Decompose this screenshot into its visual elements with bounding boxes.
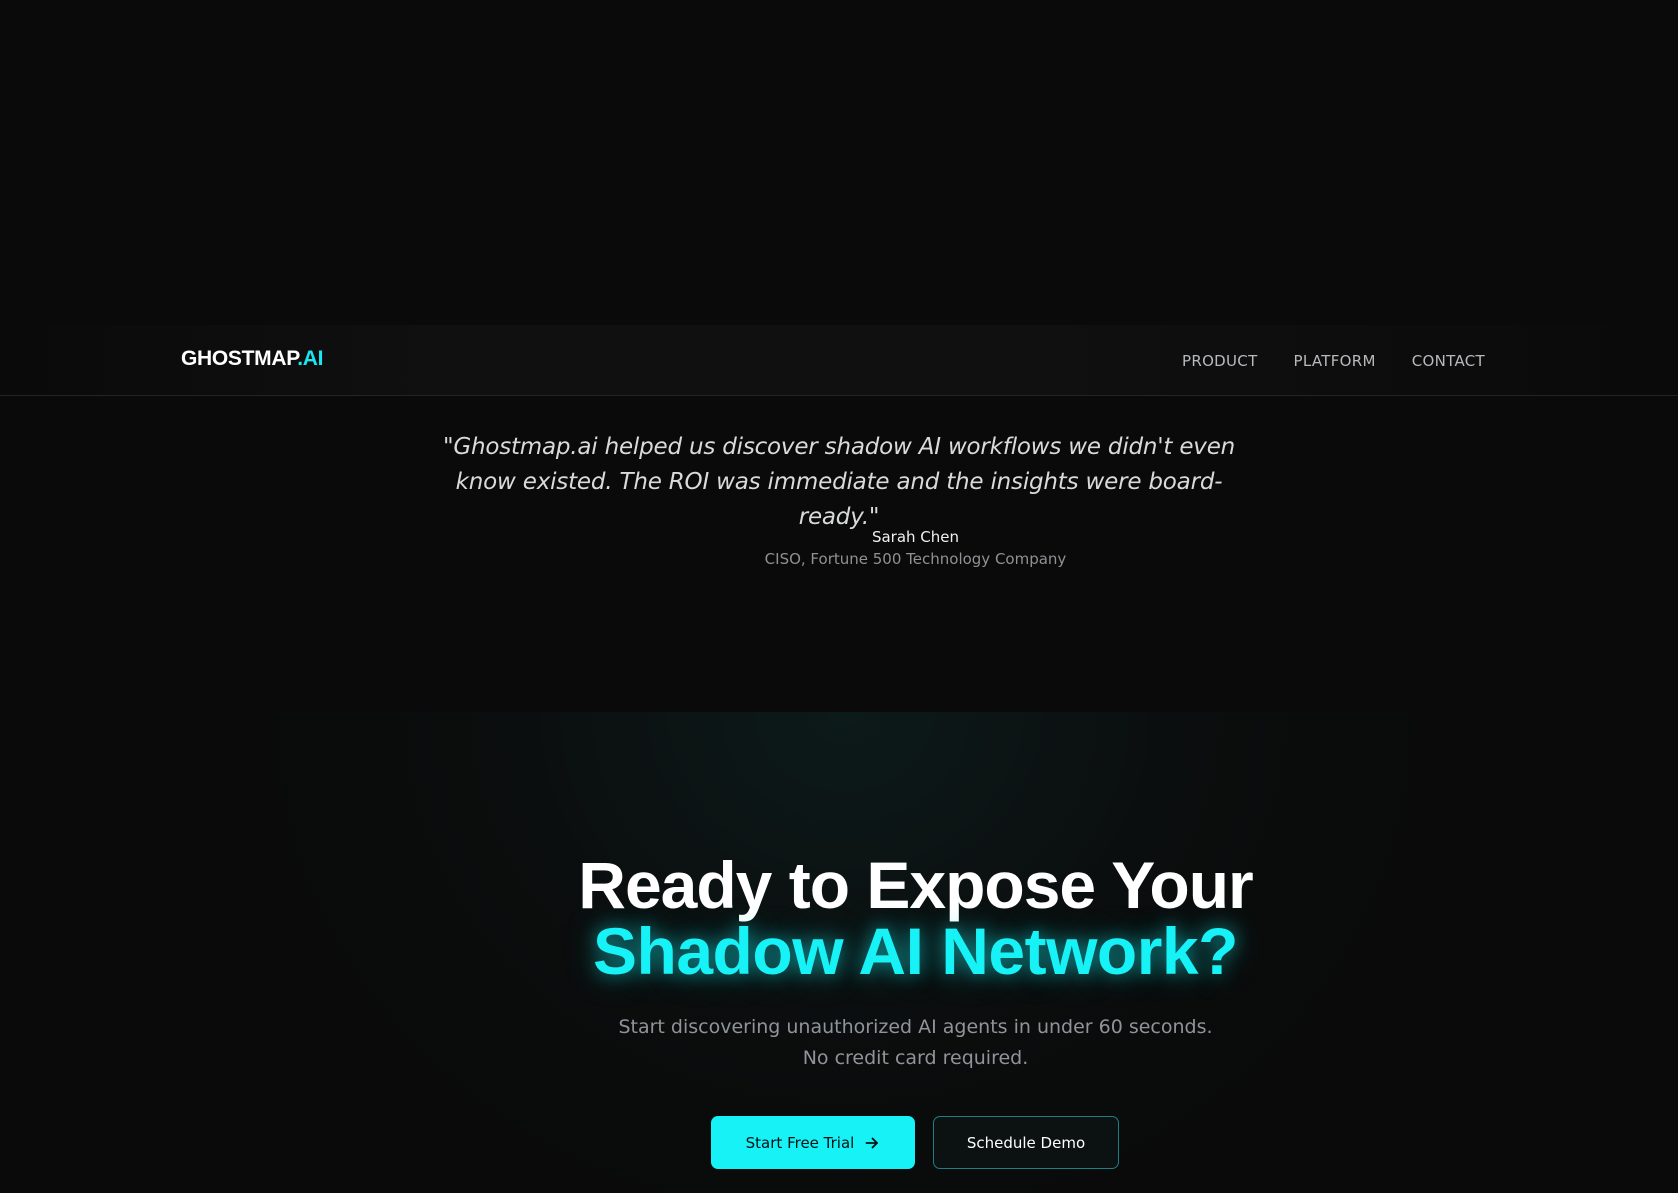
cta-subtitle-line1: Start discovering unauthorized AI agents…: [618, 1016, 1213, 1038]
testimonial-quote: "Ghostmap.ai helped us discover shadow A…: [442, 434, 1236, 530]
start-free-trial-label: Start Free Trial: [745, 1133, 855, 1152]
schedule-demo-button[interactable]: Schedule Demo: [933, 1116, 1119, 1169]
logo-text: GHOSTMAP: [181, 347, 298, 370]
logo[interactable]: GHOSTMAP.AI: [181, 347, 323, 371]
cta-buttons: Start Free Trial Schedule Demo: [711, 1116, 1119, 1169]
nav-link-platform[interactable]: PLATFORM: [1294, 352, 1376, 370]
testimonial-author: Sarah Chen: [871, 528, 960, 546]
nav-link-product[interactable]: PRODUCT: [1182, 352, 1258, 370]
cta-title: Ready to Expose Your: [578, 848, 1253, 922]
page: GHOSTMAP.AI PRODUCT PLATFORM CONTACT "Gh…: [0, 0, 1678, 1193]
start-free-trial-button[interactable]: Start Free Trial: [711, 1116, 915, 1169]
top-navbar: GHOSTMAP.AI PRODUCT PLATFORM CONTACT: [0, 325, 1678, 396]
cta-title-accent: Shadow AI Network?: [593, 914, 1238, 988]
cta-subtitle: Start discovering unauthorized AI agents…: [0, 1012, 1678, 1074]
logo-accent-text: .AI: [297, 347, 324, 370]
nav-link-contact[interactable]: CONTACT: [1412, 352, 1485, 370]
testimonial-role: CISO, Fortune 500 Technology Company: [764, 550, 1067, 568]
schedule-demo-label: Schedule Demo: [966, 1133, 1086, 1152]
arrow-right-icon: [864, 1135, 880, 1151]
cta-subtitle-line2: No credit card required.: [802, 1047, 1029, 1069]
nav-links: PRODUCT PLATFORM CONTACT: [1182, 352, 1485, 370]
